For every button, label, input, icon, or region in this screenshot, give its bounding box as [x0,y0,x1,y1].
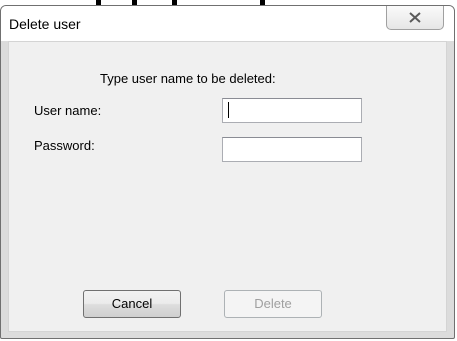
delete-user-dialog: Delete user Type user name to be deleted… [0,5,455,339]
window-title: Delete user [9,16,81,32]
dialog-content: Type user name to be deleted: User name:… [8,41,447,332]
close-button[interactable] [386,6,444,30]
title-bar[interactable]: Delete user [1,6,454,41]
close-x-icon [409,12,421,23]
text-cursor [228,102,229,118]
username-input[interactable] [222,98,362,123]
instruction-text: Type user name to be deleted: [100,71,276,86]
username-label: User name: [34,103,102,118]
delete-button[interactable]: Delete [224,290,322,318]
password-label: Password: [34,138,95,153]
cancel-button[interactable]: Cancel [83,290,181,318]
password-input[interactable] [222,137,362,162]
